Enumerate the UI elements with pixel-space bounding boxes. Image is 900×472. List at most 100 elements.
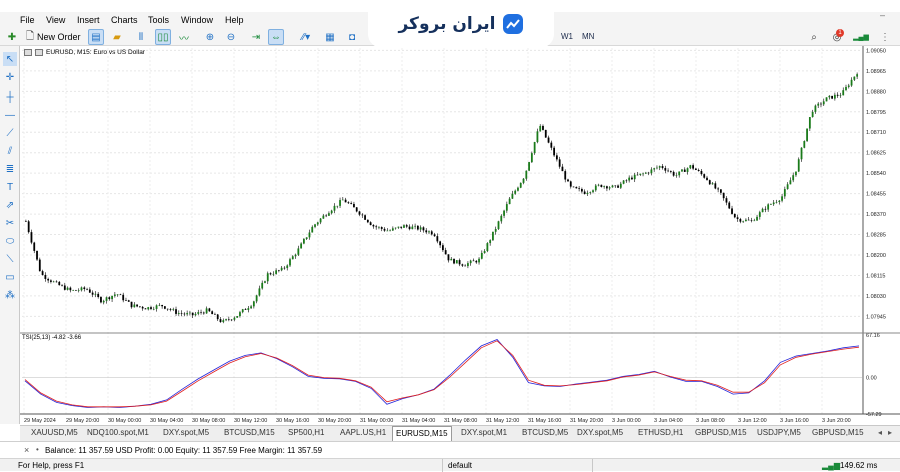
candle-bear [561,166,564,172]
close-icon[interactable]: × [24,445,29,455]
tab-btcusd-m15[interactable]: BTCUSD,M15 [224,428,275,437]
search-icon[interactable]: ⌕ [806,29,822,45]
menu-insert[interactable]: Insert [77,15,100,25]
candle-bull [778,200,781,203]
tab-dxy-m1[interactable]: DXY.spot,M1 [461,428,507,437]
candle-bear [38,259,41,272]
market-watch-icon[interactable]: ▤ [88,29,104,45]
candle-bull [514,190,517,194]
bar-chart-icon[interactable]: ⫴ [133,29,149,45]
horizontal-line-icon[interactable]: — [3,108,17,122]
candle-bear [244,309,247,310]
candle-bear [75,290,77,291]
candle-bull [642,173,644,175]
candle-bear [567,179,569,182]
depth-icon[interactable] [35,49,43,56]
candle-bull [480,252,483,259]
candle-bull [469,260,472,264]
menu-tools[interactable]: Tools [148,15,169,25]
tab-dxy-m5[interactable]: DXY.spot,M5 [163,428,209,437]
zoom-out-icon[interactable]: ⊖ [223,29,239,45]
tab-sp500[interactable]: SP500,H1 [288,428,324,437]
minimize-icon[interactable]: – [880,10,885,20]
candle-bear [547,137,550,143]
candle-bull [291,256,294,260]
tab-ethusd[interactable]: ETHUSD,H1 [638,428,683,437]
candle-bear [430,231,433,235]
candle-bear [444,250,447,255]
tab-ndq100[interactable]: NDQ100.spot,M1 [87,428,149,437]
candle-bull [822,101,825,105]
tabs-scroll-right-icon[interactable]: ▸ [888,428,892,437]
crosshair-icon[interactable]: ✛ [3,70,17,84]
timeframe-mn[interactable]: MN [582,32,594,41]
candle-bear [717,188,720,190]
tab-dxy-m5-2[interactable]: DXY.spot,M5 [577,428,623,437]
arrows-icon[interactable]: ⇗ [3,198,17,212]
menu-charts[interactable]: Charts [111,15,138,25]
candle-bull [250,306,252,309]
signal-level-icon[interactable]: ▂▄▆ [853,29,869,45]
tab-eurusd[interactable]: EURUSD,M15 [392,426,452,441]
candle-bear [831,95,833,99]
autoscroll-icon[interactable]: ⇔ [268,29,284,45]
candle-bear [422,227,425,231]
trade-panel-icon[interactable] [24,49,32,56]
candle-bull [300,243,303,249]
objects-icon[interactable]: ⁂ [3,288,17,302]
tab-gbpusd-m15-2[interactable]: GBPUSD,M15 [812,428,864,437]
more-icon[interactable]: ⋮ [877,29,893,45]
candle-bear [747,219,750,221]
tab-gbpusd-m15[interactable]: GBPUSD,M15 [695,428,747,437]
candle-bull [806,128,808,142]
candle-bear [703,174,706,178]
new-order-button[interactable]: 🗋 New Order [26,29,81,45]
templates-icon[interactable]: ▦ [322,29,338,45]
zoom-in-icon[interactable]: ⊕ [202,29,218,45]
channel-icon[interactable]: ⫽ [3,144,17,158]
screenshot-icon[interactable]: ◘ [344,29,360,45]
tab-btcusd-m5[interactable]: BTCUSD,M5 [522,428,568,437]
chart-canvas[interactable]: 1.09050 1.08965 1.08880 1.08795 1.08710 1.086… [20,46,900,424]
menu-view[interactable]: View [46,15,65,25]
vertical-line-icon[interactable]: ┼ [3,90,17,104]
symbol-tabs: XAUUSD,M5 NDQ100.spot,M1 DXY.spot,M5 BTC… [20,425,900,441]
candle-bull [839,95,842,96]
candlestick-icon[interactable]: ▯▯ [155,29,171,45]
cursor-icon[interactable]: ↖ [3,52,17,66]
candle-bear [425,230,428,233]
candle-bull [775,202,778,203]
candle-bull [756,216,758,221]
gann-icon[interactable]: ✂ [3,216,17,230]
trendline-icon[interactable]: ⟋ [3,126,17,140]
candle-bull [272,273,275,275]
folder-icon[interactable]: ▰ [109,29,125,45]
candle-bull [650,169,653,174]
chart-window[interactable]: 1.09050 1.08965 1.08880 1.08795 1.08710 1.086… [20,46,900,424]
rectangle-icon[interactable]: ▭ [3,270,17,284]
tabs-scroll-left-icon[interactable]: ◂ [878,428,882,437]
candle-bear [325,215,328,217]
menu-window[interactable]: Window [181,15,213,25]
text-tool-icon[interactable]: T [3,180,17,194]
candle-bear [119,294,122,296]
menu-file[interactable]: File [20,15,35,25]
menu-help[interactable]: Help [225,15,244,25]
indicators-icon[interactable]: ⁄⁄▾ [294,29,318,45]
candle-bear [55,281,58,283]
shapes-icon[interactable]: ⬭ [3,234,17,248]
candle-bull [678,171,681,176]
candle-bull [111,295,113,300]
elliott-icon[interactable]: ⟍ [3,252,17,266]
fibonacci-icon[interactable]: ≣ [3,162,17,176]
candle-bear [375,226,378,228]
tab-xauusd[interactable]: XAUUSD,M5 [31,428,78,437]
timeframe-w1[interactable]: W1 [561,32,573,41]
add-symbol-icon[interactable]: ✚ [4,29,20,45]
tab-usdjpy[interactable]: USDJPY,M5 [757,428,801,437]
candle-bull [792,175,795,181]
chart-shift-icon[interactable]: ⇥ [248,29,264,45]
tab-aapl[interactable]: AAPL.US,H1 [340,428,386,437]
line-chart-icon[interactable]: 〰 [176,29,192,45]
candle-bear [380,227,383,229]
